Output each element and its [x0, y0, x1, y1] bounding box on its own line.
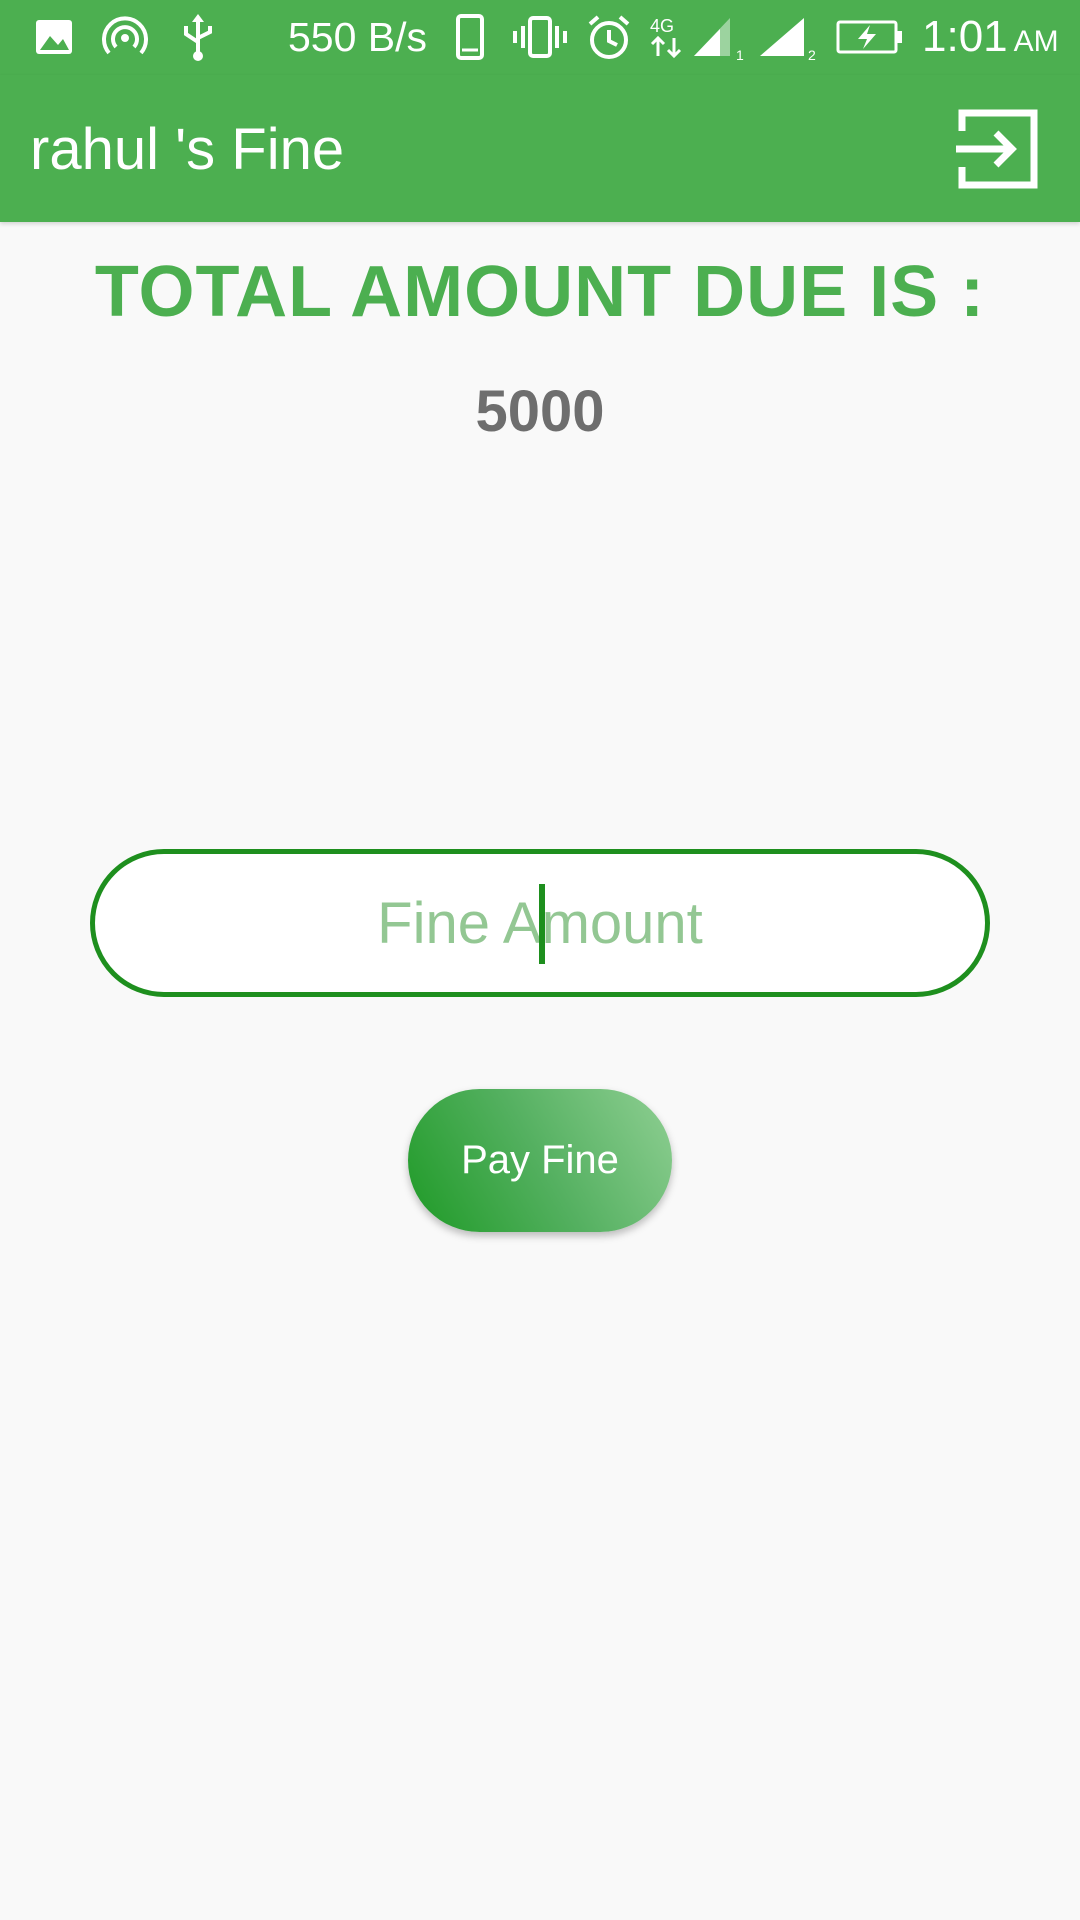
app-title: rahul 's Fine [30, 117, 345, 182]
alarm-icon [588, 15, 630, 59]
hotspot-icon [102, 16, 148, 55]
battery-charging-icon [836, 20, 902, 54]
network-speed: 550 B/s [288, 14, 428, 60]
phone-icon [456, 14, 484, 60]
text-cursor [539, 884, 545, 964]
vibrate-icon [513, 16, 567, 58]
app-bar: rahul 's Fine [0, 75, 1080, 222]
signal-sim2-icon: 2 [760, 18, 816, 62]
logout-icon[interactable] [952, 103, 1044, 195]
total-due-amount: 5000 [475, 379, 605, 444]
svg-text:1: 1 [736, 47, 744, 62]
clock: 1:01 AM [922, 12, 1059, 67]
svg-text:2: 2 [808, 47, 816, 62]
network-4g-icon: 4G [650, 16, 682, 59]
svg-text:4G: 4G [650, 16, 674, 36]
pay-fine-button[interactable]: Pay Fine [408, 1089, 672, 1232]
clock-ampm: AM [1013, 25, 1059, 58]
total-due-label: TOTAL AMOUNT DUE IS : [94, 252, 986, 332]
signal-sim1-icon: 1 [694, 18, 744, 62]
usb-icon [184, 14, 212, 61]
image-icon [36, 20, 72, 54]
status-bar: 550 B/s 4G 1 2 1:01 AM [0, 0, 1080, 75]
clock-time: 1:01 [922, 12, 1008, 61]
